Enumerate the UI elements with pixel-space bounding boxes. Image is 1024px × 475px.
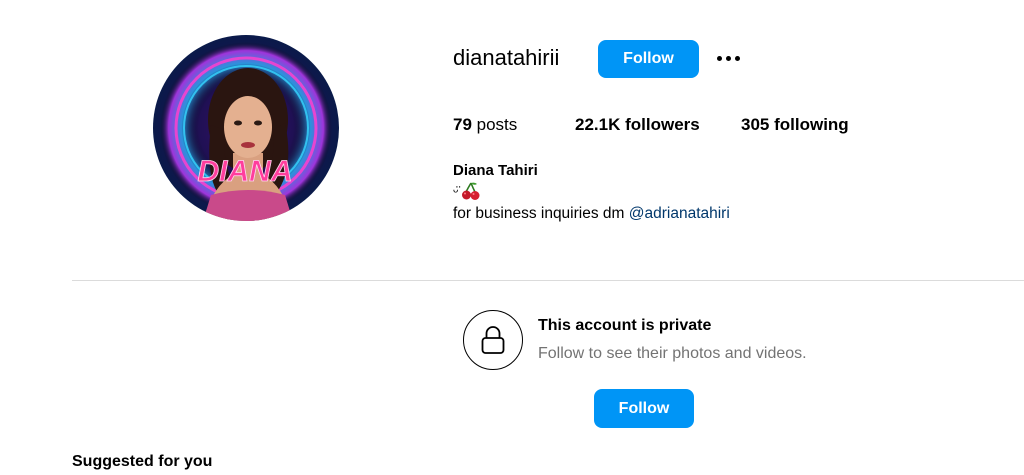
followers-number: 22.1K (575, 115, 621, 134)
following-label: following (769, 115, 849, 134)
profile-full-name: Diana Tahiri (453, 162, 538, 179)
lock-icon-circle (463, 310, 523, 370)
bio-text: for business inquiries dm @adrianatahiri (453, 205, 730, 223)
avatar-neon-text: DIANA (198, 155, 293, 188)
posts-label: posts (471, 115, 518, 134)
followers-link[interactable]: 22.1K followers (575, 115, 700, 135)
dot (716, 55, 722, 61)
private-account-subtitle: Follow to see their photos and videos. (538, 345, 807, 362)
lock-icon (481, 326, 505, 354)
dot (725, 55, 731, 61)
cherries-icon (462, 182, 480, 200)
profile-username: dianatahirii (453, 45, 560, 70)
bio-text-body: for business inquiries dm (453, 205, 629, 222)
bio-emoji-line: ᵕ̈ (453, 181, 481, 201)
follow-button[interactable]: Follow (598, 40, 699, 78)
profile-avatar[interactable]: DIANA (153, 35, 339, 221)
avatar-image: DIANA (153, 35, 339, 221)
more-options-icon[interactable] (712, 48, 744, 68)
bio-mention-link[interactable]: @adrianatahiri (629, 205, 730, 222)
followers-label: followers (620, 115, 700, 134)
section-divider (72, 280, 1024, 281)
following-number: 305 (741, 115, 770, 134)
posts-number: 79 (453, 115, 472, 134)
private-account-title: This account is private (538, 317, 712, 334)
follow-button-private[interactable]: Follow (594, 389, 694, 428)
following-link[interactable]: 305 following (741, 115, 849, 135)
suggested-heading: Suggested for you (72, 453, 213, 470)
posts-count: 79 posts (453, 115, 517, 135)
smile-glyph: ᵕ̈ (453, 183, 459, 199)
dot (734, 55, 740, 61)
